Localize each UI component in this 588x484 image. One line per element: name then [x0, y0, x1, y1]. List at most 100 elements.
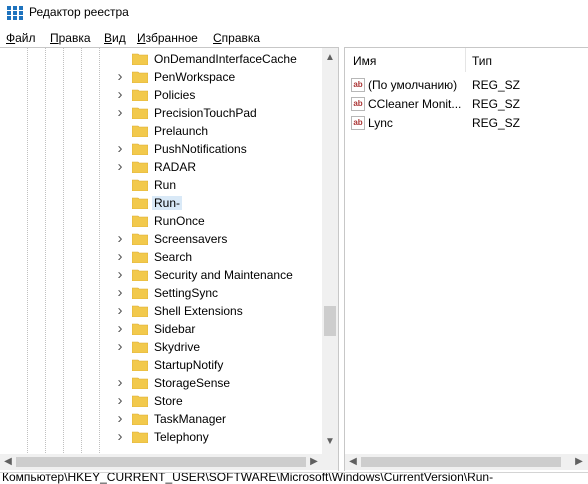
- expand-chevron-icon[interactable]: ›: [115, 285, 125, 300]
- expand-chevron-icon[interactable]: ›: [115, 303, 125, 318]
- expand-chevron-icon[interactable]: ›: [115, 69, 125, 84]
- tree-item[interactable]: RunOnce: [0, 212, 322, 230]
- menu-edit[interactable]: Правка: [50, 31, 91, 45]
- folder-icon: [132, 143, 148, 155]
- scroll-left-icon[interactable]: ◀: [345, 454, 361, 470]
- tree-item[interactable]: › SettingSync: [0, 284, 322, 302]
- tree-item-label: OnDemandInterfaceCache: [154, 52, 297, 66]
- tree-hscroll-thumb[interactable]: [16, 457, 306, 467]
- tree-item[interactable]: Run: [0, 176, 322, 194]
- scroll-up-icon[interactable]: ▲: [322, 50, 338, 66]
- tree-item[interactable]: Run-: [0, 194, 322, 212]
- tree-item[interactable]: OnDemandInterfaceCache: [0, 50, 322, 68]
- folder-icon: [132, 287, 148, 299]
- window-title: Редактор реестра: [29, 5, 129, 19]
- tree-item-label: Prelaunch: [154, 124, 209, 138]
- scroll-right-icon[interactable]: ▶: [306, 454, 322, 470]
- string-value-icon: ab: [351, 97, 365, 111]
- tree-item[interactable]: › RADAR: [0, 158, 322, 176]
- tree-item[interactable]: › PenWorkspace: [0, 68, 322, 86]
- folder-icon: [132, 197, 148, 209]
- tree-item-label: Skydrive: [154, 340, 201, 354]
- expand-chevron-icon[interactable]: ›: [115, 87, 125, 102]
- string-value-icon: ab: [351, 78, 365, 92]
- value-row[interactable]: ab (По умолчанию) REG_SZ: [345, 76, 588, 94]
- expand-chevron-icon[interactable]: ›: [115, 393, 125, 408]
- folder-icon: [132, 359, 148, 371]
- tree-item[interactable]: › Telephony: [0, 428, 322, 446]
- menu-favorites[interactable]: Избранное: [137, 31, 198, 45]
- tree-vertical-scrollbar[interactable]: ▲ ▼: [322, 48, 338, 458]
- expand-chevron-icon[interactable]: ›: [115, 267, 125, 282]
- folder-icon: [132, 161, 148, 173]
- scroll-right-icon[interactable]: ▶: [571, 454, 587, 470]
- folder-icon: [132, 107, 148, 119]
- tree-connector: [115, 179, 125, 191]
- tree-item[interactable]: StartupNotify: [0, 356, 322, 374]
- values-pane: Имя Тип ab (По умолчанию) REG_SZ ab CCleaner…: [344, 47, 588, 471]
- expand-chevron-icon[interactable]: ›: [115, 339, 125, 354]
- value-type: REG_SZ: [472, 78, 521, 92]
- tree-item-label: RunOnce: [154, 214, 205, 228]
- key-tree-pane: OnDemandInterfaceCache › PenWorkspace › Poli…: [0, 47, 339, 471]
- values-horizontal-scrollbar[interactable]: ◀ ▶: [345, 454, 588, 470]
- tree-item[interactable]: › PrecisionTouchPad: [0, 104, 322, 122]
- tree-item-label: Security and Maintenance: [154, 268, 293, 282]
- scroll-left-icon[interactable]: ◀: [0, 454, 16, 470]
- tree-item[interactable]: › Store: [0, 392, 322, 410]
- tree-connector: [115, 359, 125, 371]
- expand-chevron-icon[interactable]: ›: [115, 375, 125, 390]
- expand-chevron-icon[interactable]: ›: [115, 159, 125, 174]
- expand-chevron-icon[interactable]: ›: [115, 105, 125, 120]
- tree-item[interactable]: › Security and Maintenance: [0, 266, 322, 284]
- value-name: Lync: [368, 116, 393, 130]
- expand-chevron-icon[interactable]: ›: [115, 321, 125, 336]
- tree-item-label: Policies: [154, 88, 196, 102]
- tree-item-label: PenWorkspace: [154, 70, 236, 84]
- scroll-down-icon[interactable]: ▼: [322, 434, 338, 450]
- tree-item-label: Run-: [152, 196, 183, 210]
- folder-icon: [132, 431, 148, 443]
- expand-chevron-icon[interactable]: ›: [115, 429, 125, 444]
- tree-item[interactable]: › Screensavers: [0, 230, 322, 248]
- tree-item-label: Store: [154, 394, 183, 408]
- tree-item[interactable]: › Sidebar: [0, 320, 322, 338]
- folder-icon: [132, 377, 148, 389]
- tree-item-label: StartupNotify: [154, 358, 224, 372]
- tree-item[interactable]: Prelaunch: [0, 122, 322, 140]
- tree-scroll-thumb[interactable]: [324, 306, 336, 336]
- tree-horizontal-scrollbar[interactable]: ◀ ▶: [0, 454, 322, 470]
- expand-chevron-icon[interactable]: ›: [115, 411, 125, 426]
- tree-item[interactable]: › Search: [0, 248, 322, 266]
- menu-bar: Файл Правка Вид Избранное Справка: [0, 28, 588, 48]
- tree-item[interactable]: › Policies: [0, 86, 322, 104]
- tree-item[interactable]: › Shell Extensions: [0, 302, 322, 320]
- tree-item-label: Search: [154, 250, 193, 264]
- menu-help[interactable]: Справка: [213, 31, 260, 45]
- tree-item-label: Shell Extensions: [154, 304, 243, 318]
- value-name: (По умолчанию): [368, 78, 458, 92]
- values-hscroll-thumb[interactable]: [361, 457, 561, 467]
- expand-chevron-icon[interactable]: ›: [115, 249, 125, 264]
- tree-item[interactable]: › Skydrive: [0, 338, 322, 356]
- tree-item[interactable]: › TaskManager: [0, 410, 322, 428]
- string-value-icon: ab: [351, 116, 365, 130]
- folder-icon: [132, 413, 148, 425]
- value-row[interactable]: ab CCleaner Monit... REG_SZ: [345, 95, 588, 113]
- tree-item-label: RADAR: [154, 160, 197, 174]
- column-header-type[interactable]: Тип: [466, 48, 588, 72]
- tree-item-label: PrecisionTouchPad: [154, 106, 257, 120]
- value-row[interactable]: ab Lync REG_SZ: [345, 114, 588, 132]
- tree-item-label: Run: [154, 178, 177, 192]
- column-header-name[interactable]: Имя: [345, 48, 465, 72]
- menu-file[interactable]: Файл: [6, 31, 36, 45]
- menu-view[interactable]: Вид: [104, 31, 126, 45]
- folder-icon: [132, 251, 148, 263]
- tree-item-label: TaskManager: [154, 412, 227, 426]
- expand-chevron-icon[interactable]: ›: [115, 231, 125, 246]
- status-path: Компьютер\HKEY_CURRENT_USER\SOFTWARE\Mic…: [2, 472, 494, 484]
- tree-item[interactable]: › PushNotifications: [0, 140, 322, 158]
- tree-connector: [115, 125, 125, 137]
- expand-chevron-icon[interactable]: ›: [115, 141, 125, 156]
- tree-item[interactable]: › StorageSense: [0, 374, 322, 392]
